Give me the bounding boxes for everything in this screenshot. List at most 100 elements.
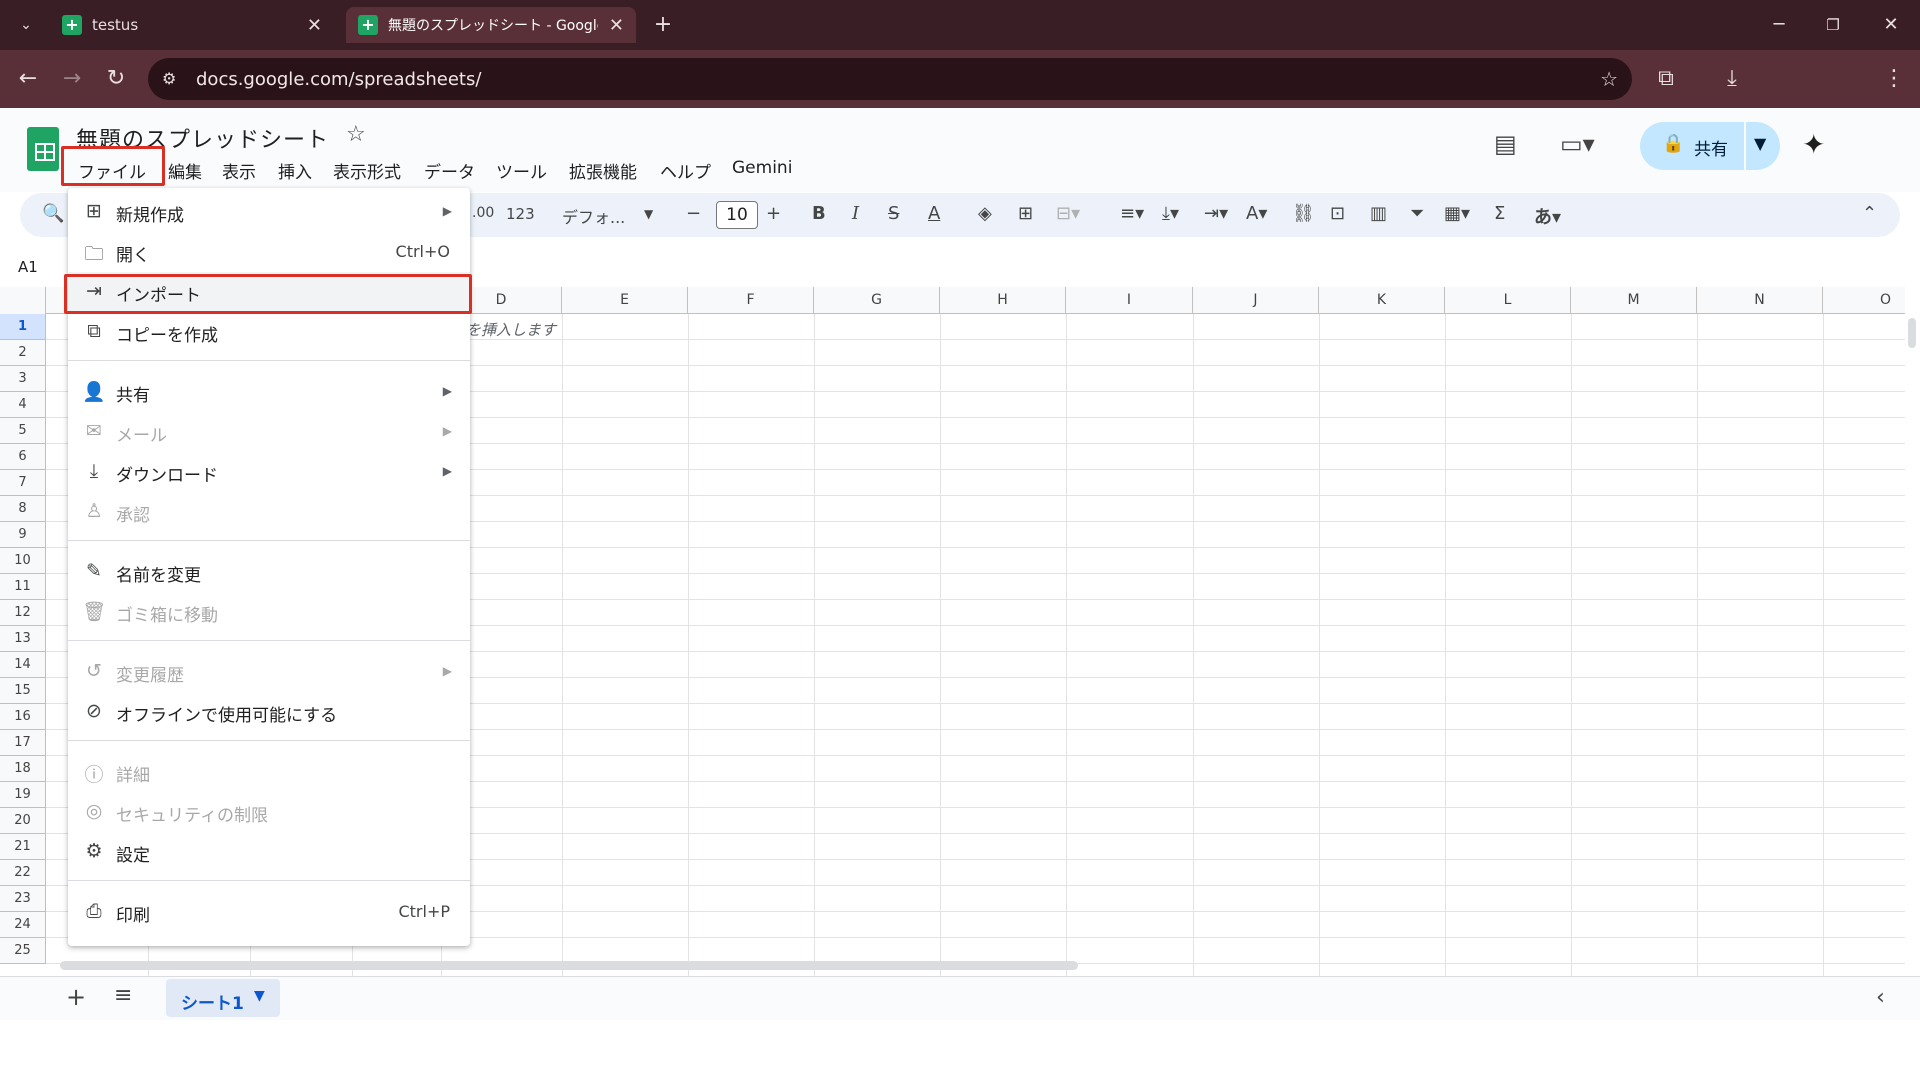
row-header[interactable]: 16 <box>0 704 46 730</box>
horizontal-align-icon[interactable]: ≡▾ <box>1120 203 1144 224</box>
row-header[interactable]: 9 <box>0 522 46 548</box>
minimize-icon[interactable]: ─ <box>1764 10 1794 40</box>
extensions-icon[interactable]: ⧉ <box>1650 63 1682 95</box>
row-header[interactable]: 22 <box>0 860 46 886</box>
menu-item-download[interactable]: ⤓ ダウンロード ▶ <box>68 452 470 492</box>
collapse-toolbar-icon[interactable]: ⌃ <box>1862 203 1877 224</box>
row-header[interactable]: 1 <box>0 314 46 340</box>
menu-item-move-to-trash[interactable]: 🗑 ゴミ箱に移動 <box>68 592 470 632</box>
select-all-corner[interactable] <box>0 287 46 314</box>
column-header-i[interactable]: I <box>1066 287 1193 314</box>
filter-views-icon[interactable]: ▦▾ <box>1444 203 1470 224</box>
row-header[interactable]: 15 <box>0 678 46 704</box>
row-header[interactable]: 18 <box>0 756 46 782</box>
decimal-icon[interactable]: .00 <box>472 205 494 221</box>
close-tab-icon[interactable]: ✕ <box>307 15 322 36</box>
menu-item-email[interactable]: ✉ メール ▶ <box>68 412 470 452</box>
browser-tab-spreadsheet[interactable]: + 無題のスプレッドシート - Google ス ✕ <box>346 7 636 43</box>
column-header-m[interactable]: M <box>1571 287 1697 314</box>
share-button[interactable]: 🔒 共有 ▼ <box>1640 122 1780 170</box>
bold-icon[interactable]: B <box>812 203 826 224</box>
menu-item-version-history[interactable]: ↺ 変更履歴 ▶ <box>68 652 470 692</box>
column-header-l[interactable]: L <box>1445 287 1571 314</box>
functions-icon[interactable]: Σ <box>1494 203 1505 224</box>
menu-extensions[interactable]: 拡張機能 <box>569 158 637 183</box>
menu-item-share[interactable]: 👤 共有 ▶ <box>68 372 470 412</box>
chart-icon[interactable]: ▥ <box>1370 203 1387 224</box>
merge-cells-icon[interactable]: ⊟▾ <box>1056 203 1080 224</box>
column-header-h[interactable]: H <box>940 287 1066 314</box>
row-header[interactable]: 20 <box>0 808 46 834</box>
link-icon[interactable]: ⛓ <box>1292 203 1315 224</box>
side-panel-toggle-icon[interactable]: ‹ <box>1876 985 1885 1010</box>
column-header-e[interactable]: E <box>562 287 688 314</box>
site-info-icon[interactable]: ⚙ <box>162 69 176 88</box>
horizontal-scrollbar[interactable] <box>60 961 1078 970</box>
menu-item-rename[interactable]: ✎ 名前を変更 <box>68 552 470 592</box>
meet-video-icon[interactable]: ▭▾ <box>1560 130 1595 158</box>
menu-gemini[interactable]: Gemini <box>732 158 792 178</box>
row-header[interactable]: 21 <box>0 834 46 860</box>
row-header[interactable]: 19 <box>0 782 46 808</box>
borders-icon[interactable]: ⊞ <box>1018 203 1033 224</box>
column-header-o[interactable]: O <box>1823 287 1905 314</box>
menu-item-make-copy[interactable]: ⧉ コピーを作成 <box>68 312 470 352</box>
row-header[interactable]: 12 <box>0 600 46 626</box>
gemini-sparkle-icon[interactable]: ✦ <box>1802 128 1825 161</box>
row-header[interactable]: 4 <box>0 392 46 418</box>
row-header[interactable]: 6 <box>0 444 46 470</box>
browser-menu-icon[interactable]: ⋮ <box>1878 63 1910 95</box>
sheets-logo-icon[interactable] <box>27 127 59 171</box>
row-header[interactable]: 7 <box>0 470 46 496</box>
bookmark-star-icon[interactable]: ☆ <box>1600 67 1618 91</box>
back-icon[interactable]: ← <box>12 63 44 95</box>
font-size-input[interactable]: 10 <box>716 201 758 229</box>
filter-icon[interactable]: ⏷ <box>1410 203 1424 224</box>
menu-item-open[interactable]: 🗀 開く Ctrl+O <box>68 232 470 272</box>
tab-search-icon[interactable]: ⌄ <box>10 9 42 41</box>
new-tab-icon[interactable]: + <box>648 10 678 40</box>
vertical-scrollbar[interactable] <box>1908 318 1916 348</box>
downloads-icon[interactable]: ⤓ <box>1716 63 1748 95</box>
name-box[interactable]: A1 <box>18 258 38 276</box>
menu-data[interactable]: データ <box>424 158 475 183</box>
close-window-icon[interactable]: ✕ <box>1876 10 1906 40</box>
menu-help[interactable]: ヘルプ <box>660 158 711 183</box>
row-header[interactable]: 13 <box>0 626 46 652</box>
menu-tools[interactable]: ツール <box>496 158 547 183</box>
vertical-align-icon[interactable]: ⤓▾ <box>1162 203 1179 224</box>
input-tools-icon[interactable]: あ▾ <box>1534 203 1561 229</box>
fill-color-icon[interactable]: ◈ <box>978 203 992 224</box>
restore-icon[interactable]: ❐ <box>1818 10 1848 40</box>
add-sheet-icon[interactable]: + <box>66 983 86 1011</box>
menu-edit[interactable]: 編集 <box>168 158 202 183</box>
sheet-tab[interactable]: シート1 ▼ <box>166 979 280 1017</box>
column-header-k[interactable]: K <box>1319 287 1445 314</box>
row-header[interactable]: 3 <box>0 366 46 392</box>
column-header-f[interactable]: F <box>688 287 814 314</box>
menu-item-new[interactable]: ⊞ 新規作成 ▶ <box>68 192 470 232</box>
comments-icon[interactable]: ▤ <box>1494 130 1517 158</box>
number-format-button[interactable]: 123 <box>506 205 535 223</box>
menu-item-print[interactable]: ⎙ 印刷 Ctrl+P <box>68 892 470 932</box>
row-header[interactable]: 11 <box>0 574 46 600</box>
text-wrap-icon[interactable]: ⇥▾ <box>1204 203 1228 224</box>
chevron-down-icon[interactable]: ▼ <box>254 988 265 1004</box>
forward-icon[interactable]: → <box>56 63 88 95</box>
search-menus-icon[interactable]: 🔍 <box>42 203 64 224</box>
column-header-j[interactable]: J <box>1193 287 1319 314</box>
row-header[interactable]: 5 <box>0 418 46 444</box>
row-header[interactable]: 24 <box>0 912 46 938</box>
row-header[interactable]: 14 <box>0 652 46 678</box>
font-select[interactable]: デフォ... <box>562 204 625 228</box>
increase-font-icon[interactable]: + <box>766 203 781 224</box>
menu-item-security-limits[interactable]: ◎ セキュリティの制限 <box>68 792 470 832</box>
menu-view[interactable]: 表示 <box>222 158 256 183</box>
row-header[interactable]: 23 <box>0 886 46 912</box>
chevron-down-icon[interactable]: ▼ <box>644 207 653 221</box>
chevron-down-icon[interactable]: ▼ <box>1754 134 1766 153</box>
row-header[interactable]: 17 <box>0 730 46 756</box>
row-header[interactable]: 2 <box>0 340 46 366</box>
close-tab-icon[interactable]: ✕ <box>609 15 624 36</box>
row-header[interactable]: 10 <box>0 548 46 574</box>
